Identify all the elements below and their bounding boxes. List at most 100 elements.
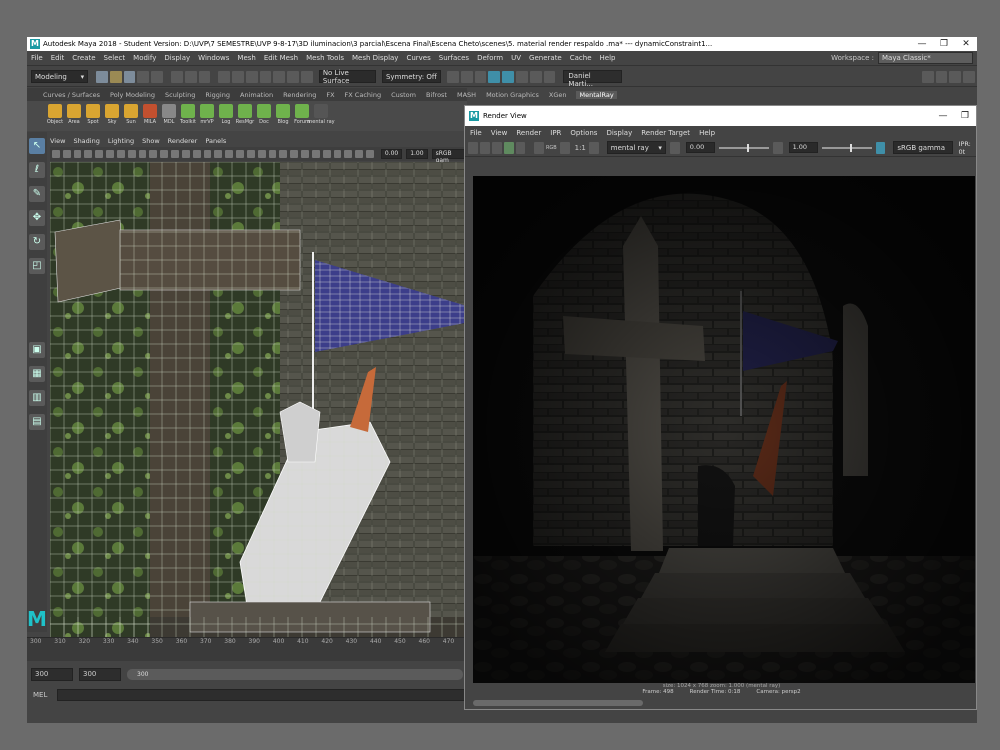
menu-surfaces[interactable]: Surfaces — [439, 54, 469, 62]
shelf-item-toolkit[interactable]: Toolkit — [180, 104, 196, 125]
viewport-toolbar-icon[interactable] — [171, 150, 179, 158]
menu-help[interactable]: Help — [600, 54, 616, 62]
viewport-toolbar-icon[interactable] — [192, 150, 201, 158]
viewport-toolbar-icon[interactable] — [257, 150, 266, 158]
viewport-toolbar-icon[interactable] — [236, 150, 244, 158]
gamma-slider[interactable] — [822, 143, 872, 152]
snap-grid-icon[interactable] — [232, 70, 244, 83]
menu-set-dropdown[interactable]: Modeling ▾ — [31, 70, 89, 83]
viewport-toolbar-icon[interactable] — [290, 150, 299, 158]
viewport-toolbar-icon[interactable] — [95, 150, 104, 158]
viewport-menu-shading[interactable]: Shading — [73, 137, 99, 145]
maximize-button[interactable]: ❐ — [933, 39, 955, 49]
snap-view-icon[interactable] — [273, 70, 286, 83]
menu-create[interactable]: Create — [72, 54, 95, 62]
display-options-icon[interactable] — [588, 141, 599, 154]
camera-sequencer-icon[interactable] — [529, 70, 542, 83]
range-start-field[interactable]: 300 — [79, 667, 121, 681]
light-editor-icon[interactable] — [516, 70, 528, 83]
shelf-item-mdl[interactable]: MDL — [161, 104, 177, 125]
viewport-toolbar-icon[interactable] — [73, 150, 82, 158]
rv-menu-render[interactable]: Render — [516, 129, 541, 137]
viewport-toolbar-icon[interactable] — [106, 150, 114, 158]
snapshot-icon[interactable] — [515, 141, 526, 154]
menu-display[interactable]: Display — [164, 54, 190, 62]
open-scene-icon[interactable] — [109, 70, 122, 83]
viewport-toolbar-icon[interactable] — [344, 150, 353, 158]
color-management-icon[interactable] — [875, 141, 886, 154]
rv-menu-display[interactable]: Display — [606, 129, 632, 137]
render-frame-icon[interactable] — [447, 70, 459, 83]
lasso-tool-icon[interactable]: ℓ — [29, 162, 45, 178]
tab-sculpting[interactable]: Sculpting — [165, 91, 195, 99]
user-account-dropdown[interactable]: Daniel Marti... — [563, 70, 622, 88]
viewport-toolbar-icon[interactable] — [203, 150, 212, 158]
viewport-toolbar-icon[interactable] — [116, 150, 125, 158]
viewport-toolbar-icon[interactable] — [225, 150, 234, 158]
tool-settings-icon[interactable] — [949, 70, 962, 83]
rv-menu-view[interactable]: View — [491, 129, 508, 137]
start-time-field[interactable]: 300 — [31, 667, 73, 681]
render-view-scrollbar[interactable] — [473, 700, 643, 706]
move-tool-icon[interactable]: ✥ — [29, 210, 45, 226]
viewport-menu-panels[interactable]: Panels — [205, 137, 226, 145]
menu-edit[interactable]: Edit — [51, 54, 65, 62]
viewport-toolbar-icon[interactable] — [62, 150, 71, 158]
snap-curve-icon[interactable] — [245, 70, 258, 83]
exposure-slider[interactable] — [719, 143, 769, 152]
viewport-toolbar-icon[interactable] — [279, 150, 288, 158]
viewport-menu-view[interactable]: View — [50, 137, 65, 145]
rv-menu-options[interactable]: Options — [570, 129, 597, 137]
four-view-icon[interactable]: ▦ — [29, 366, 45, 382]
close-button[interactable]: ✕ — [955, 39, 977, 49]
rgb-channel-toggle[interactable]: RGB — [546, 145, 557, 151]
viewport-toolbar-icon[interactable] — [181, 150, 190, 158]
tab-mentalray[interactable]: MentalRay — [576, 90, 617, 99]
layout-icon[interactable] — [921, 70, 934, 83]
menu-curves[interactable]: Curves — [406, 54, 430, 62]
render-region-icon[interactable] — [503, 141, 514, 154]
new-scene-icon[interactable] — [96, 70, 108, 83]
shelf-item-object[interactable]: Object — [47, 104, 63, 125]
real-size-toggle[interactable]: 1:1 — [575, 144, 586, 152]
tab-curves-surfaces[interactable]: Curves / Surfaces — [43, 91, 100, 99]
tab-rigging[interactable]: Rigging — [205, 91, 230, 99]
shelf-item-resmgr[interactable]: ResMgr — [236, 104, 254, 125]
refresh-ipr-icon[interactable] — [491, 141, 502, 154]
viewport-menu-show[interactable]: Show — [142, 137, 160, 145]
snap-point-icon[interactable] — [259, 70, 272, 83]
shelf-item-mila[interactable]: MILA — [142, 104, 158, 125]
rv-menu-file[interactable]: File — [470, 129, 482, 137]
viewport-toolbar-icon[interactable] — [268, 150, 277, 158]
pick-mask-icon[interactable] — [218, 70, 231, 83]
viewport-toolbar-icon[interactable] — [149, 150, 158, 158]
menu-mesh[interactable]: Mesh — [237, 54, 255, 62]
keep-image-icon[interactable] — [534, 141, 544, 154]
menu-cache[interactable]: Cache — [570, 54, 592, 62]
perspective-viewport[interactable] — [50, 162, 470, 637]
viewport-toolbar-icon[interactable] — [355, 150, 364, 158]
menu-file[interactable]: File — [31, 54, 43, 62]
menu-mesh-display[interactable]: Mesh Display — [352, 54, 398, 62]
shelf-item-doc[interactable]: Doc — [256, 104, 272, 125]
viewport-toolbar-icon[interactable] — [84, 150, 93, 158]
render-ipr-icon[interactable] — [460, 70, 473, 83]
tab-xgen[interactable]: XGen — [549, 91, 567, 99]
persp-outliner-icon[interactable]: ▥ — [29, 390, 45, 406]
rotate-tool-icon[interactable]: ↻ — [29, 234, 45, 250]
tab-mash[interactable]: MASH — [457, 91, 476, 99]
rv-menu-help[interactable]: Help — [699, 129, 715, 137]
colorspace-dropdown[interactable]: sRGB gamma — [893, 141, 953, 154]
tab-bifrost[interactable]: Bifrost — [426, 91, 447, 99]
menu-select[interactable]: Select — [104, 54, 126, 62]
shelf-item-sun[interactable]: Sun — [123, 104, 139, 125]
tab-animation[interactable]: Animation — [240, 91, 273, 99]
viewport-menu-renderer[interactable]: Renderer — [168, 137, 198, 145]
workspace-dropdown[interactable]: Maya Classic* — [878, 52, 973, 64]
time-slider[interactable]: 300 310 320 330 340 350 360 370 380 390 400 410 420 4… — [27, 637, 467, 661]
viewport-toolbar-icon[interactable] — [333, 150, 342, 158]
channel-box-icon[interactable] — [963, 70, 975, 83]
rv-menu-ipr[interactable]: IPR — [550, 129, 561, 137]
render-settings-icon[interactable] — [474, 70, 487, 83]
toggle-panel-icon[interactable] — [543, 70, 556, 83]
